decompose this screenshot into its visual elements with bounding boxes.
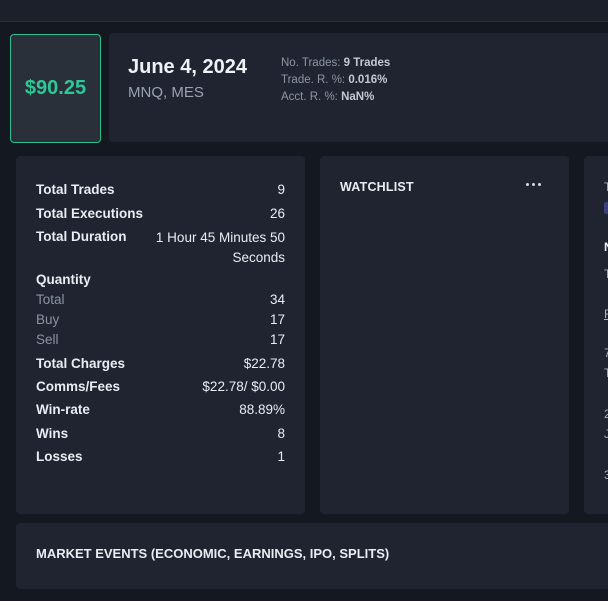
watchlist-card: WATCHLIST bbox=[320, 156, 569, 514]
trades-side-card: T N T F 7 T 2 J 3 bbox=[584, 156, 608, 514]
side-text-fragment: T bbox=[604, 267, 608, 281]
more-options-icon[interactable] bbox=[526, 183, 541, 186]
side-text-fragment: T bbox=[604, 366, 608, 380]
side-link-fragment[interactable]: F bbox=[604, 307, 608, 321]
stat-trade-r: Trade. R. %: 0.016% bbox=[281, 74, 388, 86]
day-header-card: June 4, 2024 MNQ, MES No. Trades: 9 Trad… bbox=[109, 33, 608, 142]
trade-date: June 4, 2024 bbox=[128, 56, 247, 78]
side-text-fragment: T bbox=[604, 180, 608, 194]
top-bar bbox=[0, 0, 608, 22]
side-text-fragment: N bbox=[604, 240, 608, 254]
side-text-fragment: 7 bbox=[604, 346, 608, 360]
summary-card: Total Trades 9 Total Executions 26 Total… bbox=[16, 156, 305, 514]
side-text-fragment: 2 bbox=[604, 407, 608, 421]
side-tag bbox=[604, 202, 608, 214]
side-text-fragment: 3 bbox=[604, 468, 608, 482]
market-events-title: MARKET EVENTS (ECONOMIC, EARNINGS, IPO, … bbox=[36, 546, 390, 561]
market-events-card: MARKET EVENTS (ECONOMIC, EARNINGS, IPO, … bbox=[16, 523, 608, 589]
stat-no-trades: No. Trades: 9 Trades bbox=[281, 57, 391, 69]
pnl-value: $90.25 bbox=[24, 77, 87, 99]
pnl-box: $90.25 bbox=[10, 34, 101, 143]
traded-symbols: MNQ, MES bbox=[128, 84, 204, 101]
watchlist-title: WATCHLIST bbox=[340, 180, 414, 194]
side-text-fragment: J bbox=[604, 427, 608, 441]
stat-acct-r: Acct. R. %: NaN% bbox=[281, 91, 375, 103]
day-stats: No. Trades: 9 Trades Trade. R. %: 0.016%… bbox=[281, 55, 390, 106]
